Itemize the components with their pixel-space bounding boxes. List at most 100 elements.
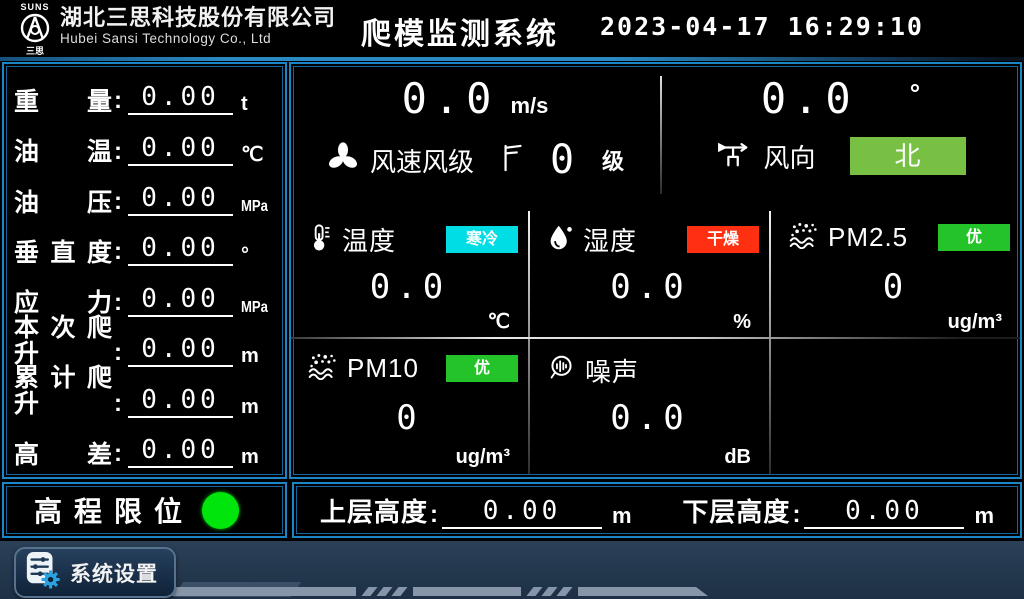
status-badge: 优 [938,224,1010,251]
status-badge: 寒冷 [446,226,518,253]
metric-label: 高差 [14,442,112,468]
metric-unit: ℃ [241,144,277,166]
metric-row-verticality: 垂直度: 0.00 ° [14,221,277,271]
grid-divider-vertical [528,211,530,474]
env-unit: dB [724,446,751,469]
system-settings-button[interactable]: 系统设置 [14,547,176,598]
grid-divider-horizontal [291,337,1020,339]
droplet-icon [547,223,574,257]
wind-direction-badge: 北 [850,137,966,175]
grid-divider-vertical [769,211,771,474]
lower-level-label: 下层高度 [682,492,790,529]
wind-direction-unit: ° [910,78,920,109]
env-unit: ug/m³ [948,311,1002,334]
metric-row-oil-temperature: 油温: 0.00 ℃ [14,120,277,170]
colon: : [114,289,122,317]
metric-row-height-difference: 高差: 0.00 m [14,423,277,473]
metric-row-oil-pressure: 油压: 0.00 MPa [14,171,277,221]
wind-speed-section: 0.0 m/s 风速风级 [291,66,659,206]
metric-value: 0.00 [128,385,233,418]
env-cell-humidity: 湿度 干燥 0.0 % [531,209,769,337]
env-label: 噪声 [585,352,639,389]
metric-unit: MPa [241,198,271,216]
env-value: 0 [291,398,528,438]
company-name-block: 湖北三思科技股份有限公司 Hubei Sansi Technology Co.,… [60,6,336,46]
footer-bar: 系统设置 [0,541,1024,599]
env-cell-pm10: PM10 优 0 ug/m³ [291,340,528,472]
colon: : [114,188,122,216]
metrics-panel: 重量: 0.00 t 油温: 0.00 ℃ 油压: 0.00 MPa 垂直度: … [2,62,287,479]
metric-value: 0.00 [128,183,233,216]
colon: : [114,390,122,418]
env-unit: ℃ [488,309,510,334]
wind-speed-value: 0.0 [402,74,499,123]
metric-unit: t [241,93,277,115]
dust-icon [788,221,819,254]
metric-value: 0.00 [128,82,233,115]
metric-value: 0.00 [128,334,233,367]
colon: : [114,238,122,266]
page-title: 爬模监测系统 [340,9,580,53]
metric-unit: MPa [241,299,271,317]
metric-value: 0.00 [128,435,233,468]
colon: : [114,138,122,166]
logo-sansi-text: 三思 [26,46,44,56]
metric-unit: m [241,345,277,367]
company-name-en: Hubei Sansi Technology Co., Ltd [60,32,336,46]
env-label: PM10 [347,353,419,384]
env-label: PM2.5 [828,222,908,253]
metric-value: 0.00 [128,133,233,166]
dust-icon [307,352,338,385]
metric-label: 累计爬升 [14,365,112,418]
lower-level-value: 0.00 [804,496,964,529]
upper-level-unit: m [612,503,632,529]
elevation-limit-box: 高程限位 [2,482,287,538]
env-cell-noise: 噪声 0.0 dB [531,340,769,472]
colon: : [114,440,122,468]
limit-status-indicator [202,492,239,529]
colon: : [792,501,800,529]
metric-value: 0.00 [128,233,233,266]
noise-icon [547,354,576,388]
wind-level-unit: 级 [602,144,624,176]
wind-direction-value: 0.0 [761,74,858,123]
company-name-cn: 湖北三思科技股份有限公司 [60,6,336,29]
datetime-display: 2023-04-17 16:29:10 [600,12,924,41]
env-unit: ug/m³ [456,446,510,469]
metric-label: 垂直度 [14,240,112,266]
wind-level-icon [500,143,526,178]
metric-unit: m [241,396,277,418]
header: SUNS 三思 湖北三思科技股份有限公司 Hubei Sansi Technol… [0,0,1024,57]
metric-label: 重量 [14,89,112,115]
colon: : [114,87,122,115]
wind-section-divider [660,76,662,194]
wind-vane-icon [715,139,753,174]
metric-label: 油温 [14,139,112,165]
env-value: 0 [772,267,1020,307]
status-badge: 优 [446,355,518,382]
fan-icon [326,141,360,180]
env-value: 0.0 [531,267,769,307]
metric-row-total-climb: 累计爬升: 0.00 m [14,372,277,423]
sliders-gear-icon [24,550,62,595]
metric-label: 应力 [14,290,112,316]
wind-level-value: 0 [550,137,576,183]
wind-speed-unit: m/s [510,93,548,119]
env-unit: % [733,311,751,334]
metric-label: 油压 [14,190,112,216]
company-logo: SUNS 三思 [12,1,58,61]
environment-panel: 0.0 m/s 风速风级 [289,62,1022,479]
lower-level-group: 下层高度: 0.00 m [682,492,994,529]
upper-level-group: 上层高度: 0.00 m [320,492,632,529]
upper-level-value: 0.00 [442,496,602,529]
upper-level-label: 上层高度 [320,492,428,529]
climbing-formwork-monitor-screen: SUNS 三思 湖北三思科技股份有限公司 Hubei Sansi Technol… [0,0,1024,599]
wind-direction-section: 0.0 ° 风向 北 [663,66,1018,206]
wind-direction-label: 风向 [763,138,815,175]
wind-speed-label: 风速风级 [370,142,474,179]
env-cell-pm25: PM2.5 优 0 ug/m³ [772,209,1020,337]
lower-level-unit: m [974,503,994,529]
env-label: 湿度 [583,221,637,258]
elevation-limit-label: 高程限位 [34,490,194,530]
header-divider [0,57,1024,61]
